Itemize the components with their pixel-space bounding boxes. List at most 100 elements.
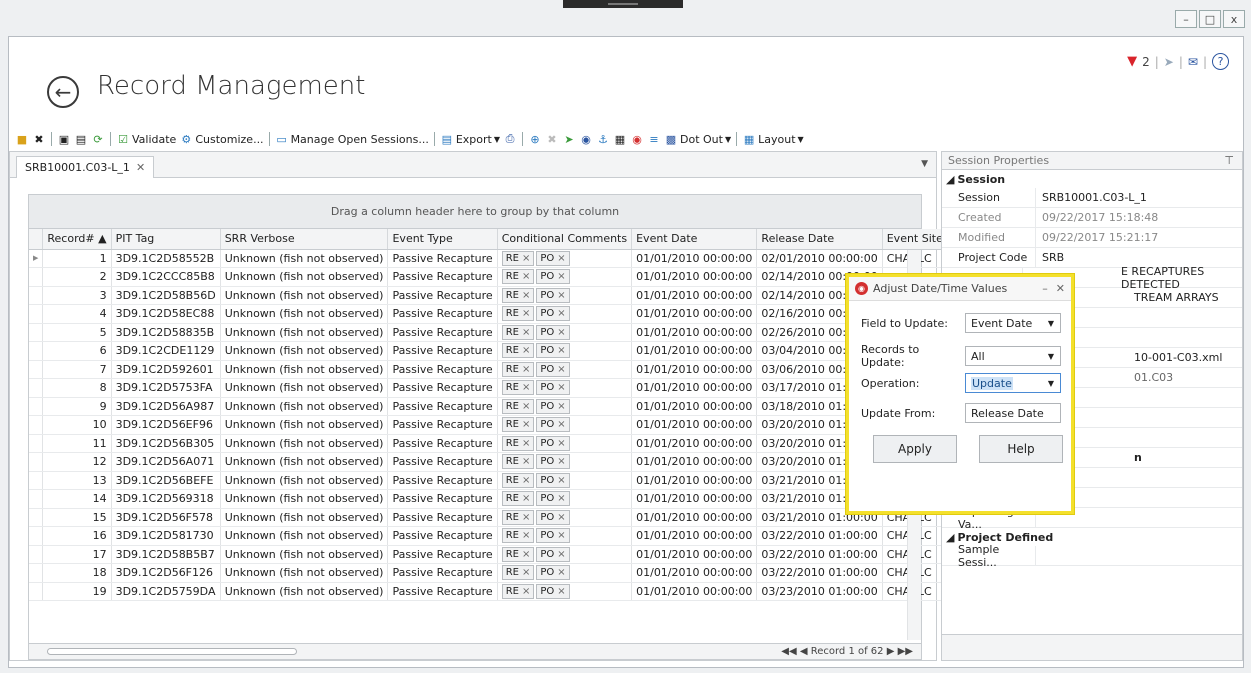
- cell-event-type[interactable]: Passive Recapture: [387, 341, 498, 361]
- validate-button[interactable]: ☑ Validate: [116, 132, 176, 146]
- remove-chip-icon[interactable]: ×: [557, 345, 565, 356]
- filter-icon[interactable]: ⚓: [596, 132, 610, 146]
- comment-chip[interactable]: PO ×: [536, 380, 570, 396]
- property-session[interactable]: Session SRB10001.C03-L_1: [942, 188, 1242, 208]
- cell-record-[interactable]: 16: [42, 526, 112, 546]
- cell-release-date[interactable]: 02/01/2010 00:00:00: [756, 249, 883, 268]
- remove-chip-icon[interactable]: ×: [557, 475, 565, 486]
- remove-chip-icon[interactable]: ×: [557, 253, 565, 264]
- table-row[interactable]: 19 3D9.1C2D5759DA Unknown (fish not observ…: [29, 582, 957, 601]
- comment-chip[interactable]: RE ×: [501, 491, 535, 507]
- comment-chip[interactable]: PO ×: [536, 472, 570, 488]
- cell-pit-tag[interactable]: 3D9.1C2CDE1129: [111, 341, 221, 361]
- column-header-record-[interactable]: Record# ▲: [42, 229, 112, 250]
- cell-srr-verbose[interactable]: Unknown (fish not observed): [220, 397, 389, 416]
- comment-chip[interactable]: RE ×: [501, 546, 535, 562]
- cell-pit-tag[interactable]: 3D9.1C2D56BEFE: [111, 471, 221, 490]
- cell-srr-verbose[interactable]: Unknown (fish not observed): [220, 360, 389, 379]
- update-from-field[interactable]: Release Date: [965, 403, 1061, 423]
- cell-srr-verbose[interactable]: Unknown (fish not observed): [220, 415, 389, 435]
- comment-chip[interactable]: PO ×: [536, 343, 570, 359]
- remove-chip-icon[interactable]: ×: [557, 308, 565, 319]
- last-page-icon[interactable]: ▶▶: [898, 646, 913, 657]
- table-row[interactable]: 11 3D9.1C2D56B305 Unknown (fish not observ…: [29, 434, 957, 453]
- remove-chip-icon[interactable]: ×: [522, 475, 530, 486]
- cell-event-type[interactable]: Passive Recapture: [387, 378, 498, 398]
- cell-srr-verbose[interactable]: Unknown (fish not observed): [220, 323, 389, 342]
- comment-chip[interactable]: PO ×: [536, 435, 570, 451]
- cell-event-date[interactable]: 01/01/2010 00:00:00: [631, 323, 758, 342]
- row-indicator[interactable]: [29, 341, 44, 361]
- mail-icon[interactable]: ✉: [1188, 55, 1198, 69]
- row-indicator[interactable]: [29, 415, 44, 435]
- cell-event-date[interactable]: 01/01/2010 00:00:00: [631, 452, 758, 472]
- cell-record-[interactable]: 15: [42, 508, 112, 527]
- help-icon[interactable]: ?: [1212, 53, 1229, 70]
- cell-pit-tag[interactable]: 3D9.1C2D581730: [111, 526, 221, 546]
- remove-chip-icon[interactable]: ×: [557, 438, 565, 449]
- comment-chip[interactable]: RE ×: [501, 250, 535, 266]
- cell-conditional-comments[interactable]: RE × PO ×: [497, 545, 633, 564]
- remove-chip-icon[interactable]: ×: [522, 512, 530, 523]
- field-to-update-select[interactable]: Event Date ▼: [965, 313, 1061, 333]
- cell-pit-tag[interactable]: 3D9.1C2CCC85B8: [111, 267, 221, 287]
- cell-event-type[interactable]: Passive Recapture: [387, 360, 498, 379]
- cell-srr-verbose[interactable]: Unknown (fish not observed): [220, 304, 389, 324]
- comment-chip[interactable]: RE ×: [501, 509, 535, 525]
- delete-icon[interactable]: ✖: [32, 132, 46, 146]
- cell-release-date[interactable]: 03/22/2010 01:00:00: [756, 526, 883, 546]
- tab-session[interactable]: SRB10001.C03-L_1 ✕: [16, 156, 155, 178]
- cell-event-type[interactable]: Passive Recapture: [387, 415, 498, 435]
- cell-record-[interactable]: 1: [42, 249, 112, 268]
- row-indicator[interactable]: [29, 471, 44, 490]
- cell-event-date[interactable]: 01/01/2010 00:00:00: [631, 341, 758, 361]
- cell-event-date[interactable]: 01/01/2010 00:00:00: [631, 378, 758, 398]
- cell-srr-verbose[interactable]: Unknown (fish not observed): [220, 452, 389, 472]
- title-grip[interactable]: [563, 0, 683, 8]
- cell-event-date[interactable]: 01/01/2010 00:00:00: [631, 360, 758, 379]
- save-icon[interactable]: ▣: [57, 132, 71, 146]
- cell-conditional-comments[interactable]: RE × PO ×: [497, 323, 633, 342]
- cell-record-[interactable]: 9: [42, 397, 112, 416]
- remove-chip-icon[interactable]: ×: [522, 345, 530, 356]
- table-row[interactable]: 13 3D9.1C2D56BEFE Unknown (fish not observ…: [29, 471, 957, 490]
- remove-chip-icon[interactable]: ×: [557, 530, 565, 541]
- dialog-titlebar[interactable]: ◉ Adjust Date/Time Values – ✕: [849, 277, 1071, 301]
- comment-chip[interactable]: RE ×: [501, 287, 535, 303]
- comment-chip[interactable]: RE ×: [501, 361, 535, 377]
- cell-conditional-comments[interactable]: RE × PO ×: [497, 508, 633, 527]
- remove-chip-icon[interactable]: ×: [557, 271, 565, 282]
- table-row[interactable]: 14 3D9.1C2D569318 Unknown (fish not observ…: [29, 489, 957, 509]
- cell-release-date[interactable]: 03/22/2010 01:00:00: [756, 545, 883, 564]
- remove-chip-icon[interactable]: ×: [557, 382, 565, 393]
- send-icon[interactable]: ➤: [1164, 55, 1174, 69]
- table-row[interactable]: 6 3D9.1C2CDE1129 Unknown (fish not observe…: [29, 341, 957, 361]
- cell-record-[interactable]: 4: [42, 304, 112, 324]
- close-tab-icon[interactable]: ✕: [136, 161, 145, 174]
- comment-chip[interactable]: RE ×: [501, 398, 535, 414]
- cell-event-date[interactable]: 01/01/2010 00:00:00: [631, 249, 758, 268]
- comment-chip[interactable]: RE ×: [501, 417, 535, 433]
- cell-record-[interactable]: 10: [42, 415, 112, 435]
- comment-chip[interactable]: PO ×: [536, 269, 570, 285]
- cell-event-type[interactable]: Passive Recapture: [387, 582, 498, 601]
- cell-event-date[interactable]: 01/01/2010 00:00:00: [631, 286, 758, 305]
- comment-chip[interactable]: PO ×: [536, 324, 570, 340]
- tab-dropdown-icon[interactable]: ▼: [921, 159, 928, 169]
- cell-event-date[interactable]: 01/01/2010 00:00:00: [631, 489, 758, 509]
- cell-event-type[interactable]: Passive Recapture: [387, 249, 498, 268]
- cell-event-date[interactable]: 01/01/2010 00:00:00: [631, 434, 758, 453]
- remove-chip-icon[interactable]: ×: [557, 586, 565, 597]
- cell-srr-verbose[interactable]: Unknown (fish not observed): [220, 341, 389, 361]
- close-button[interactable]: x: [1223, 10, 1245, 28]
- operation-select[interactable]: Update ▼: [965, 373, 1061, 393]
- add-icon[interactable]: ⊕: [528, 132, 542, 146]
- dot-out-button[interactable]: ▩ Dot Out ▼: [664, 132, 731, 146]
- go-icon[interactable]: ➤: [562, 132, 576, 146]
- cell-record-[interactable]: 18: [42, 563, 112, 583]
- remove-chip-icon[interactable]: ×: [522, 493, 530, 504]
- cell-srr-verbose[interactable]: Unknown (fish not observed): [220, 545, 389, 564]
- table-row[interactable]: 17 3D9.1C2D58B5B7 Unknown (fish not observ…: [29, 545, 957, 564]
- cell-conditional-comments[interactable]: RE × PO ×: [497, 452, 633, 472]
- cell-event-date[interactable]: 01/01/2010 00:00:00: [631, 582, 758, 601]
